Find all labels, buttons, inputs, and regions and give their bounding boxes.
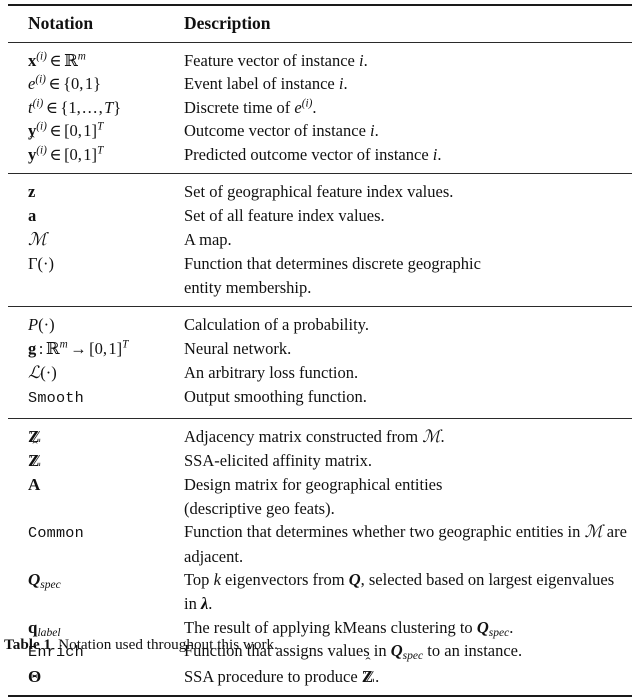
notation-table: Notation Description x(i) ∈ ℝm Feature vec… <box>8 4 632 698</box>
notation-cell: y(i) ∈ [0, 1]T <box>28 120 104 141</box>
description-cell: SSA procedure to produce Ẑ.SSA procedure… <box>184 666 380 686</box>
description-cell: Event label of instance i.Event label of… <box>184 74 348 94</box>
section-gap-cell <box>174 688 632 696</box>
notation-cell: Common <box>8 520 174 568</box>
notation-cell: t(i) ∈ {1, . . . , T} <box>28 97 122 117</box>
table-caption-label: Table 1 <box>4 636 52 653</box>
description-cell: Design matrix for geographical entities … <box>184 475 443 518</box>
notation-cell: ̂Z <box>28 451 40 471</box>
table-row: ̂y(i)∈[0, 1]T Predicted outcome vector o… <box>8 143 632 167</box>
table-caption: Table 1 Notation used throughout this wor… <box>4 636 636 654</box>
section-gap-cell <box>174 411 632 419</box>
table-row: ̂Z SSA-elicited affinity matrix. <box>8 449 632 473</box>
section-gap <box>8 688 632 696</box>
table-body: x(i)∈ℝm Feature vector of instance i.Fea… <box>8 42 632 698</box>
table-row: a Set of all feature index values. <box>8 204 632 228</box>
table-bottom-rule-cell <box>8 696 174 697</box>
table-row: g: ℝm → [0, 1]T Neural network. <box>8 337 632 361</box>
table-row: ℳ A map. <box>8 228 632 253</box>
notation-cell: x(i) ∈ ℝm <box>28 50 86 70</box>
description-cell: Function that determines whether two geo… <box>184 522 627 566</box>
notation-cell: e(i) ∈ {0, 1} <box>28 73 101 94</box>
description-cell: SSA-elicited affinity matrix. <box>184 451 373 471</box>
notation-cell: ℒ(·) <box>28 362 57 383</box>
description-cell: Output smoothing function. <box>184 387 367 407</box>
table-row: Z Adjacency matrix constructed from M.Ad… <box>8 425 632 450</box>
description-cell: Function that determines discrete geogra… <box>184 254 481 297</box>
notation-cell: Θ <box>28 666 42 686</box>
notation-common: Common <box>28 524 84 543</box>
section-gap-cell <box>8 411 174 419</box>
description-cell: An arbitrary loss function. <box>184 362 359 382</box>
table-bottom-rule <box>8 696 632 698</box>
table-caption-text: Notation used throughout this work. <box>58 636 278 653</box>
table-row: x(i)∈ℝm Feature vector of instance i.Fea… <box>8 49 632 73</box>
description-cell: Outcome vector of instance i.Outcome vec… <box>184 121 379 141</box>
notation-smooth: Smooth <box>28 389 84 408</box>
section-gap <box>8 411 632 419</box>
notation-cell: A <box>28 475 41 494</box>
table-row: Qspec Top k eigenvectors from Q, selecte… <box>8 568 632 615</box>
table-row: e(i)∈{0, 1} Event label of instance i.Ev… <box>8 72 632 96</box>
description-cell: Top k eigenvectors from Q, selected base… <box>184 570 615 613</box>
description-cell: Calculation of a probability. <box>184 315 369 335</box>
section-gap-cell <box>8 166 174 174</box>
notation-cell: g: ℝm → [0, 1]T <box>28 338 129 359</box>
notation-cell: a <box>28 206 37 226</box>
description-cell: Feature vector of instance i.Feature vec… <box>184 50 368 70</box>
table-row: y(i) ∈ [0, 1]T Outcome vector of instance … <box>8 119 632 143</box>
notation-cell: ̂y(i)∈[0, 1]T <box>28 144 104 164</box>
table-row: Θ SSA procedure to produce Ẑ.SSA procedu… <box>8 665 632 689</box>
notation-cell: z <box>28 182 36 202</box>
description-cell: Neural network. <box>184 339 292 359</box>
section-gap-cell <box>8 688 174 696</box>
notation-cell: Qspec <box>28 570 61 592</box>
table-row: A Design matrix for geographical entitie… <box>8 473 632 520</box>
section-gap-cell <box>174 299 632 307</box>
column-header-description: Description <box>184 13 271 33</box>
notation-cell: ℳ <box>28 229 47 250</box>
section-gap <box>8 299 632 307</box>
notation-cell: P(·) <box>28 315 55 335</box>
table-header-row: Notation Description <box>8 5 632 42</box>
table-row: Smooth Output smoothing function. <box>8 385 632 411</box>
description-cell: Discrete time of e^(i).Discrete time of … <box>184 97 317 117</box>
description-cell: Set of geographical feature index values… <box>184 182 454 202</box>
section-gap-cell <box>174 166 632 174</box>
section-gap-cell <box>8 299 174 307</box>
table-row: Common Function that determines whether … <box>8 520 632 568</box>
description-cell: Set of all feature index values. <box>184 206 385 226</box>
notation-cell: Smooth <box>8 385 174 411</box>
description-cell: Predicted outcome vector of instance i.P… <box>184 144 442 164</box>
section-gap <box>8 166 632 174</box>
table-bottom-rule-cell <box>174 696 632 697</box>
table-row: t(i)∈{1, . . . , T} Discrete time of e^(… <box>8 96 632 120</box>
description-cell: A map. <box>184 229 232 249</box>
notation-cell: Γ(·) <box>28 254 55 274</box>
table-row: ℒ(·) An arbitrary loss function. <box>8 361 632 386</box>
description-cell: Adjacency matrix constructed from M.Adja… <box>184 426 445 447</box>
notation-cell: Z <box>28 426 40 446</box>
table-row: z Set of geographical feature index valu… <box>8 180 632 204</box>
table-row: P(·) Calculation of a probability. <box>8 313 632 337</box>
column-header-notation: Notation <box>28 13 94 33</box>
table-header: Notation Description <box>8 5 632 42</box>
table-row: Γ(·) Function that determines discrete g… <box>8 252 632 299</box>
table-figure: Notation Description x(i) ∈ ℝm Feature vec… <box>0 0 640 698</box>
